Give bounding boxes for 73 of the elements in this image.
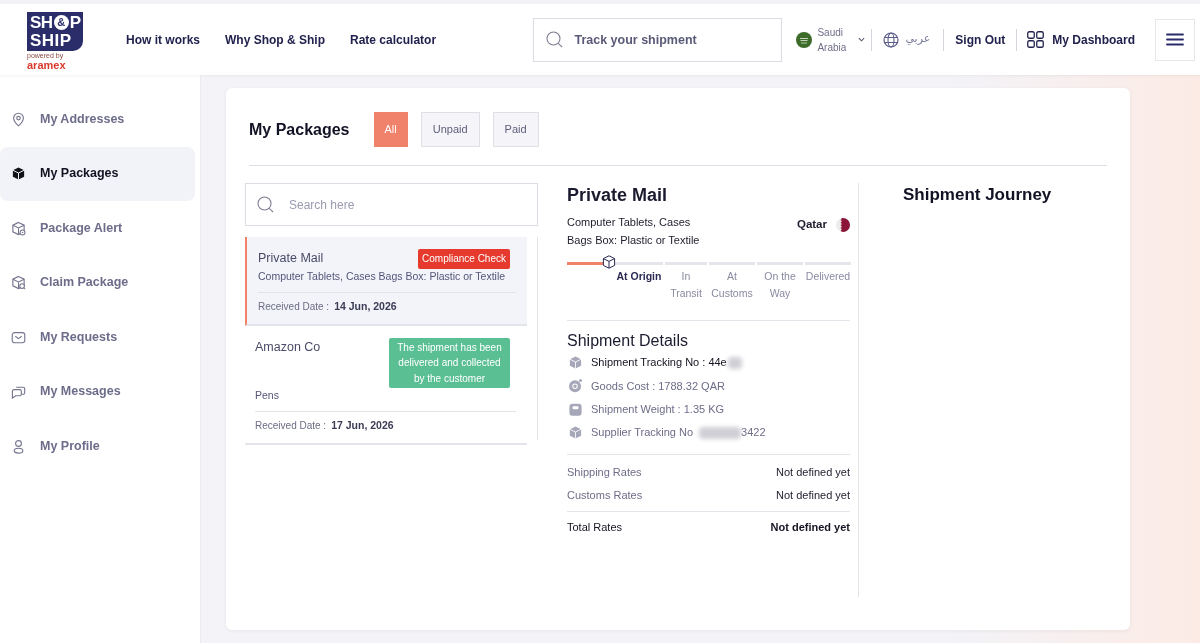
box-with-badge-icon [11, 220, 26, 236]
step-label: In Transit [669, 269, 703, 301]
coin-icon [568, 378, 583, 394]
nav-link[interactable]: Why Shop & Ship [225, 30, 325, 49]
flag-icon [796, 31, 813, 48]
nav-link[interactable]: How it works [126, 30, 200, 49]
date-label: Received Date : [258, 299, 330, 313]
category-text: Computer Tablets, Cases [567, 215, 692, 230]
language-link[interactable]: عربي [883, 31, 931, 48]
status-badge: The shipment has been delivered and collected by the customer [389, 337, 510, 388]
rate-label: Shipping Rates [567, 465, 642, 481]
box-icon [568, 355, 583, 371]
box-search-icon [11, 275, 26, 291]
weight-icon [568, 401, 583, 417]
logo-text: SH [30, 14, 53, 31]
search-field[interactable]: Search here [245, 183, 538, 226]
shipment-title: Private Mail [567, 184, 669, 207]
grid-icon [1027, 31, 1045, 48]
package-description: Computer Tablets, Cases Bags Box: Plastic or Textile [258, 269, 507, 283]
page-title: My Packages [249, 119, 350, 140]
detail-text: Shipment Tracking No : 44e [591, 355, 727, 371]
logo-badge[interactable]: SH & P SHIP [27, 12, 83, 51]
flag-icon [836, 217, 850, 232]
package-name: Private Mail [258, 250, 324, 267]
date-label: Received Date : [255, 419, 327, 432]
section-title: Shipment Details [567, 331, 689, 351]
search-icon [546, 30, 564, 48]
box-icon [568, 425, 583, 441]
received-date: 17 Jun, 2026 [331, 419, 394, 432]
rate-value: Not defined yet [770, 520, 850, 536]
search-icon [257, 196, 274, 213]
detail-text: Supplier Tracking No [591, 425, 694, 441]
status-badge: Compliance Check [418, 249, 510, 269]
detail-text: Shipment Weight : 1.35 KG [591, 402, 725, 417]
box-icon [11, 166, 26, 182]
detail-text: Goods Cost : 1788.32 QAR [591, 378, 725, 394]
sidebar-item[interactable]: My Packages [0, 146, 195, 201]
filter-tab[interactable]: Unpaid [420, 112, 480, 147]
package-list-item[interactable]: Private Mail Compliance Check Computer Tablets, Cases Bags Box: Plastic or Textile Received Date : 14 Jun, 2026 [245, 237, 527, 326]
section-title: Shipment Journey [903, 184, 1052, 206]
dashboard-link[interactable]: My Dashboard [1027, 30, 1135, 49]
sign-out-link[interactable]: Sign Out [955, 30, 1006, 49]
package-description: Pens [255, 389, 280, 402]
menu-button[interactable] [1155, 18, 1195, 61]
category-text: Bags Box: Plastic or Textile [567, 233, 700, 248]
person-icon [11, 438, 26, 454]
step-label: Delivered [805, 269, 851, 284]
rate-value: Not defined yet [776, 465, 850, 481]
location-pin-icon [11, 111, 26, 127]
nav-link[interactable]: Rate calculator [350, 30, 437, 49]
globe-icon [883, 31, 900, 48]
search-field[interactable]: Track your shipment [533, 17, 783, 62]
logo-text: P [69, 14, 81, 31]
country-name: Qatar [796, 217, 827, 232]
rate-label: Customs Rates [567, 488, 643, 504]
step-label: At Customs [710, 269, 754, 301]
chat-icon [11, 384, 26, 400]
package-name: Amazon Co [255, 338, 321, 356]
detail-text: 3422 [741, 425, 766, 441]
step-label: On the Way [763, 269, 797, 301]
rate-label: Total Rates [567, 520, 623, 536]
envelope-icon [11, 329, 26, 345]
rate-value: Not defined yet [776, 488, 850, 504]
logo-brand: aramex [27, 60, 66, 71]
country-selector[interactable]: Saudi Arabia [796, 24, 866, 55]
logo-ampersand: & [53, 15, 69, 30]
chevron-down-icon [858, 37, 866, 42]
filter-tab[interactable]: Paid [492, 112, 539, 147]
menu-icon [1166, 33, 1184, 46]
step-label: At Origin [615, 269, 663, 284]
box-icon [601, 255, 616, 269]
logo-text: SHIP [30, 32, 72, 49]
received-date: 14 Jun, 2026 [334, 299, 397, 313]
